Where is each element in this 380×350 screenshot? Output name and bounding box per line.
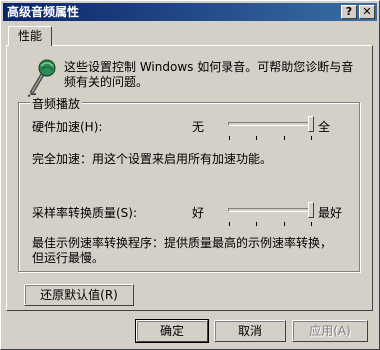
slider-thumb[interactable] bbox=[308, 116, 314, 132]
group-label: 音频播放 bbox=[30, 95, 83, 112]
sample-rate-min-label: 好 bbox=[192, 206, 205, 220]
hardware-accel-min-label: 无 bbox=[192, 120, 205, 134]
sample-rate-description: 最佳示例速率转换程序：提供质量最高的示例速率转换，但运行最慢。 bbox=[32, 236, 333, 265]
microphone-icon bbox=[27, 59, 56, 97]
restore-defaults-button[interactable]: 还原默认值(R) bbox=[24, 284, 134, 306]
ok-button[interactable]: 确定 bbox=[135, 319, 209, 343]
slider-tick bbox=[284, 136, 285, 140]
slider-thumb[interactable] bbox=[308, 202, 314, 218]
sample-rate-slider[interactable] bbox=[228, 202, 314, 228]
apply-button[interactable]: 应用(A) bbox=[292, 320, 368, 342]
cancel-button[interactable]: 取消 bbox=[214, 320, 286, 342]
description-text: 这些设置控制 Windows 如何录音。可帮助您诊断与音频有关的问题。 bbox=[64, 60, 354, 89]
hardware-accel-max-label: 全 bbox=[318, 120, 331, 134]
slider-tick bbox=[311, 222, 312, 226]
sample-rate-label: 采样率转换质量(S): bbox=[32, 206, 138, 220]
hardware-accel-description: 完全加速：用这个设置来启用所有加速功能。 bbox=[32, 152, 273, 166]
hardware-accel-label: 硬件加速(H): bbox=[32, 120, 103, 134]
hardware-accel-slider[interactable] bbox=[228, 116, 314, 142]
slider-tick bbox=[256, 136, 257, 140]
slider-track bbox=[228, 208, 314, 212]
slider-tick bbox=[229, 136, 230, 140]
slider-track bbox=[228, 122, 314, 126]
close-button[interactable]: ✕ bbox=[359, 5, 375, 19]
sample-rate-max-label: 最好 bbox=[318, 206, 343, 220]
slider-tick bbox=[311, 136, 312, 140]
title-bar[interactable]: 高级音频属性 ? ✕ bbox=[3, 3, 377, 21]
tab-performance[interactable]: 性能 bbox=[8, 26, 52, 46]
slider-tick bbox=[256, 222, 257, 226]
slider-tick bbox=[284, 222, 285, 226]
window-title: 高级音频属性 bbox=[7, 5, 80, 19]
slider-tick bbox=[229, 222, 230, 226]
help-button[interactable]: ? bbox=[341, 5, 357, 19]
